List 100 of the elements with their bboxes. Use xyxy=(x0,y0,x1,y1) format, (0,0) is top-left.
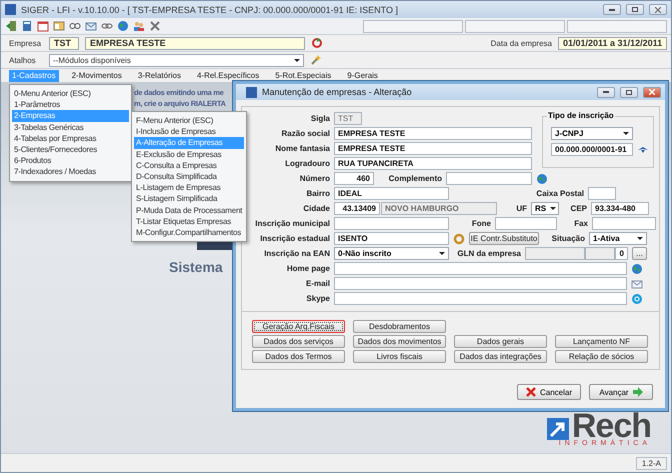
action-button[interactable]: Dados dos movimentos xyxy=(353,335,446,348)
ellipsis-button[interactable]: ... xyxy=(632,247,647,260)
menu-item[interactable]: 4-Tabelas por Empresas xyxy=(12,132,129,144)
menu-item[interactable]: T-Listar Etiquetas Empresas xyxy=(134,216,244,227)
field-label: Nome fantasia xyxy=(274,144,330,153)
input-field: 01/01/2011 a 31/12/2011 xyxy=(558,36,667,50)
action-button[interactable]: Dados dos serviços xyxy=(252,335,345,348)
field-label: Data da empresa xyxy=(490,38,552,48)
input-field: EMPRESA TESTE xyxy=(334,142,532,155)
refresh-icon[interactable] xyxy=(311,37,323,49)
field-label: Fax xyxy=(573,219,588,228)
menu-item[interactable]: 1-Parâmetros xyxy=(12,99,129,110)
menu-item[interactable]: M-Configur.Compartilhamentos xyxy=(134,226,244,238)
arrow-right-icon xyxy=(632,387,643,397)
action-button[interactable]: Dados dos Termos xyxy=(252,350,345,363)
menu-item[interactable]: 6-Produtos xyxy=(12,155,129,166)
menu-item[interactable]: C-Consulta a Empresas xyxy=(134,160,244,171)
people-icon[interactable] xyxy=(133,20,145,32)
menu-item[interactable]: 4-Rel.Específicos xyxy=(194,70,262,82)
field-label: E-mail xyxy=(304,279,330,288)
input-field: 0 xyxy=(615,247,628,260)
chat-bubble-icon[interactable] xyxy=(631,292,643,304)
input-field xyxy=(592,217,656,230)
wand-icon[interactable] xyxy=(310,54,322,66)
cancel-button[interactable]: Cancelar xyxy=(517,384,581,400)
action-button[interactable]: Lançamento NF xyxy=(555,335,648,348)
background-title: Sistema xyxy=(169,259,223,275)
next-button[interactable]: Avançar xyxy=(589,384,653,400)
envelope-icon[interactable] xyxy=(631,278,643,290)
dropdown[interactable]: --Módulos disponíveis xyxy=(49,54,304,66)
close-button[interactable] xyxy=(649,4,667,15)
input-field xyxy=(588,187,616,200)
menu-item[interactable]: 2-Movimentos xyxy=(68,70,125,82)
x-icon xyxy=(526,387,536,397)
ie-button[interactable]: IE Contr.Substituto xyxy=(469,232,539,245)
input-field: TST xyxy=(334,112,362,125)
field-label: Atalhos xyxy=(9,56,37,64)
dropdown[interactable]: 1-Ativa xyxy=(589,232,647,245)
arrow-logo-icon xyxy=(546,418,569,440)
close-button[interactable] xyxy=(643,86,661,98)
field-label: CEP xyxy=(570,204,587,213)
menu-item[interactable]: F-Menu Anterior (ESC) xyxy=(134,115,244,126)
logo-text: Rech xyxy=(572,412,651,440)
dialog-title: Manutenção de empresas - Alteração xyxy=(262,87,413,97)
menu-item[interactable]: 5-Clientes/Fornecedores xyxy=(12,144,129,156)
menu-item[interactable]: S-Listagem Simplificada xyxy=(134,193,244,204)
field-label: Sigla xyxy=(310,114,330,123)
input-field: 460 xyxy=(334,172,374,185)
globe-pin-icon[interactable] xyxy=(536,172,548,184)
version-label: 1.2-A xyxy=(636,456,667,470)
app-icon xyxy=(246,86,257,98)
glasses-icon[interactable] xyxy=(69,20,81,32)
minimize-button[interactable] xyxy=(597,86,615,98)
field-label: Fone xyxy=(470,219,491,228)
field-label: Caixa Postal xyxy=(535,189,584,198)
dropdown[interactable]: RS xyxy=(531,202,559,215)
envelope-icon[interactable] xyxy=(85,20,97,32)
field-label: Situação xyxy=(550,234,585,243)
input-field: 00.000.000/0001-91 xyxy=(551,143,633,156)
minimize-icon xyxy=(609,8,615,10)
menu-item[interactable]: L-Listagem de Empresas xyxy=(134,182,244,194)
action-button[interactable]: Dados das integrações xyxy=(454,350,547,363)
menu-item[interactable]: D-Consulta Simplificada xyxy=(134,170,244,182)
close-icon xyxy=(649,89,655,95)
menu-item[interactable]: 0-Menu Anterior (ESC) xyxy=(12,88,129,100)
calendar-icon[interactable] xyxy=(37,20,49,32)
menu-item[interactable]: I-Inclusão de Empresas xyxy=(134,126,244,138)
input-field: ISENTO xyxy=(334,232,449,245)
input-field: IDEAL xyxy=(334,187,449,200)
globe-icon[interactable] xyxy=(117,20,129,32)
close-icon xyxy=(655,6,661,12)
minimize-button[interactable] xyxy=(603,4,621,15)
action-button[interactable]: Geração Arq.Fiscais xyxy=(252,320,345,333)
window-icon[interactable] xyxy=(53,20,65,32)
calculator-icon[interactable] xyxy=(21,20,33,32)
action-button[interactable]: Dados gerais xyxy=(454,335,547,348)
field-label: Número xyxy=(298,174,330,183)
tools-icon[interactable] xyxy=(149,20,161,32)
action-button[interactable]: Livros fiscais xyxy=(353,350,446,363)
menu-item[interactable]: 9-Gerais xyxy=(344,70,381,82)
globe-icon[interactable] xyxy=(631,262,643,274)
input-field: 43.13409 xyxy=(334,202,380,215)
maximize-button[interactable] xyxy=(626,4,644,15)
menu-item[interactable]: 3-Relatórios xyxy=(134,70,184,82)
dropdown[interactable]: 0-Não inscrito xyxy=(334,247,449,260)
door-icon[interactable] xyxy=(5,20,17,32)
field-label: Skype xyxy=(305,294,330,303)
menu-item[interactable]: 7-Indexadores / Moedas xyxy=(12,166,129,178)
ring-icon[interactable] xyxy=(453,232,465,244)
field-label: GLN da empresa xyxy=(456,249,521,258)
input-field: EMPRESA TESTE xyxy=(85,36,305,50)
field-label: Bairro xyxy=(305,189,330,198)
dropdown[interactable]: J-CNPJ xyxy=(551,127,633,140)
menu-item[interactable]: 3-Tabelas Genéricas xyxy=(12,122,129,133)
maximize-button[interactable] xyxy=(620,86,638,98)
action-button[interactable]: Relação de sócios xyxy=(555,350,648,363)
action-button[interactable]: Desdobramentos xyxy=(353,320,446,333)
menu-item[interactable]: E-Exclusão de Empresas xyxy=(134,148,244,160)
menu-item[interactable]: P-Muda Data de Processament xyxy=(134,204,244,216)
menu-item[interactable]: 5-Rot.Especiais xyxy=(272,70,334,82)
